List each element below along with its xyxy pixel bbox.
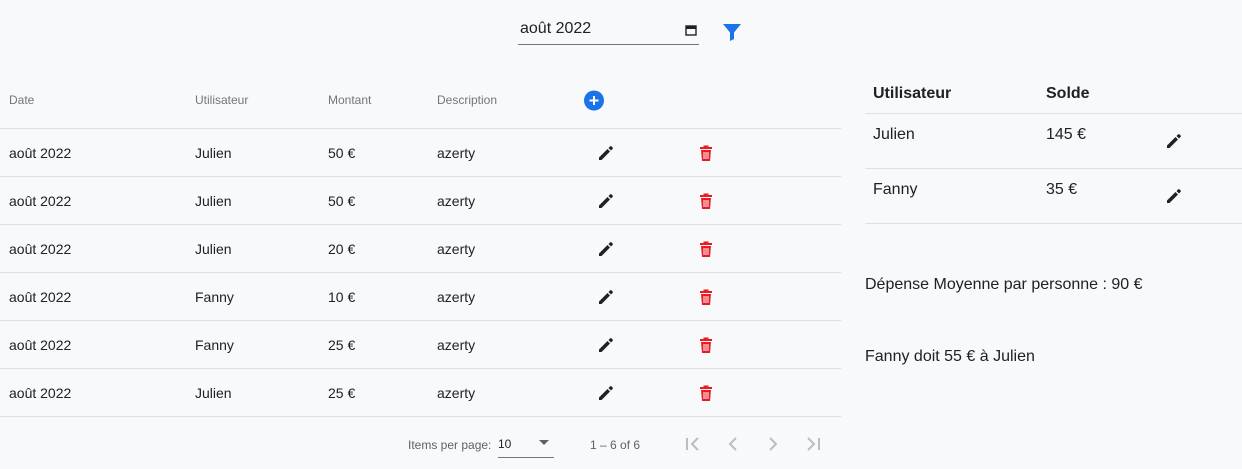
edit-button[interactable] xyxy=(596,321,616,368)
cell-user: Julien xyxy=(195,384,232,401)
cell-description: azerty xyxy=(437,384,476,401)
pencil-icon[interactable] xyxy=(596,143,616,163)
cell-user: Julien xyxy=(195,144,232,161)
cell-amount: 50 € xyxy=(328,192,356,209)
cell-user: Fanny xyxy=(195,336,234,353)
cell-solde: 145 € xyxy=(1046,126,1087,143)
cell-amount: 10 € xyxy=(328,288,356,305)
cell-user: Fanny xyxy=(873,181,918,198)
month-input[interactable]: août 2022 xyxy=(518,14,699,45)
balances-header-row: Utilisateur Solde xyxy=(865,72,1242,114)
add-expense-button[interactable] xyxy=(584,72,604,128)
last-page-icon[interactable] xyxy=(801,432,825,456)
cell-amount: 50 € xyxy=(328,144,356,161)
first-page-icon[interactable] xyxy=(681,432,705,456)
add-circle-icon[interactable] xyxy=(584,90,604,110)
paginator: Items per page: 10 1 – 6 of 6 xyxy=(0,420,841,469)
table-row: août 2022 Julien 50 € azerty xyxy=(0,129,841,177)
header-amount[interactable]: Montant xyxy=(328,72,371,128)
cell-user: Fanny xyxy=(195,288,234,305)
trash-icon[interactable] xyxy=(696,335,716,355)
pencil-icon[interactable] xyxy=(1164,186,1184,206)
previous-page-icon[interactable] xyxy=(721,432,745,456)
delete-button[interactable] xyxy=(696,273,716,320)
cell-date: août 2022 xyxy=(9,240,72,257)
pencil-icon[interactable] xyxy=(1164,131,1184,151)
cell-date: août 2022 xyxy=(9,192,72,209)
cell-amount: 20 € xyxy=(328,240,356,257)
delete-button[interactable] xyxy=(696,129,716,176)
month-input-value: août 2022 xyxy=(520,20,592,37)
filter-bar: août 2022 xyxy=(518,14,748,48)
chevron-down-icon xyxy=(534,432,554,455)
cell-user: Julien xyxy=(195,240,232,257)
cell-date: août 2022 xyxy=(9,336,72,353)
cell-user: Julien xyxy=(873,126,915,143)
settlement-text: Fanny doit 55 € à Julien xyxy=(865,348,1035,365)
calendar-icon[interactable] xyxy=(685,23,697,36)
table-header-row: Date Utilisateur Montant Description xyxy=(0,72,841,129)
edit-button[interactable] xyxy=(596,273,616,320)
items-per-page-label: Items per page: xyxy=(408,438,492,452)
cell-description: azerty xyxy=(437,192,476,209)
balance-row: Julien 145 € xyxy=(865,114,1242,169)
trash-icon[interactable] xyxy=(696,191,716,211)
trash-icon[interactable] xyxy=(696,383,716,403)
pencil-icon[interactable] xyxy=(596,287,616,307)
edit-button[interactable] xyxy=(596,177,616,224)
pencil-icon[interactable] xyxy=(596,191,616,211)
header-description[interactable]: Description xyxy=(437,72,497,128)
header-user[interactable]: Utilisateur xyxy=(195,72,248,128)
header-user: Utilisateur xyxy=(873,85,952,102)
pencil-icon[interactable] xyxy=(596,239,616,259)
average-spend-text: Dépense Moyenne par personne : 90 € xyxy=(865,276,1143,293)
table-row: août 2022 Fanny 25 € azerty xyxy=(0,321,841,369)
edit-button[interactable] xyxy=(596,369,616,416)
balance-row: Fanny 35 € xyxy=(865,169,1242,224)
pencil-icon[interactable] xyxy=(596,335,616,355)
edit-button[interactable] xyxy=(596,129,616,176)
next-page-icon[interactable] xyxy=(761,432,785,456)
expenses-table: Date Utilisateur Montant Description aoû… xyxy=(0,72,841,417)
table-row: août 2022 Fanny 10 € azerty xyxy=(0,273,841,321)
header-solde: Solde xyxy=(1046,85,1090,102)
edit-button[interactable] xyxy=(596,225,616,272)
cell-amount: 25 € xyxy=(328,384,356,401)
cell-description: azerty xyxy=(437,336,476,353)
cell-description: azerty xyxy=(437,240,476,257)
trash-icon[interactable] xyxy=(696,287,716,307)
pencil-icon[interactable] xyxy=(596,383,616,403)
header-date[interactable]: Date xyxy=(9,72,34,128)
page-range: 1 – 6 of 6 xyxy=(590,438,641,452)
delete-button[interactable] xyxy=(696,225,716,272)
cell-description: azerty xyxy=(437,144,476,161)
trash-icon[interactable] xyxy=(696,239,716,259)
cell-description: azerty xyxy=(437,288,476,305)
cell-date: août 2022 xyxy=(9,384,72,401)
page-size-select[interactable]: 10 xyxy=(498,430,554,458)
delete-button[interactable] xyxy=(696,177,716,224)
filter-icon[interactable] xyxy=(720,20,744,44)
table-row: août 2022 Julien 25 € azerty xyxy=(0,369,841,417)
delete-button[interactable] xyxy=(696,321,716,368)
table-row: août 2022 Julien 20 € azerty xyxy=(0,225,841,273)
table-row: août 2022 Julien 50 € azerty xyxy=(0,177,841,225)
trash-icon[interactable] xyxy=(696,143,716,163)
delete-button[interactable] xyxy=(696,369,716,416)
cell-solde: 35 € xyxy=(1046,181,1078,198)
cell-date: août 2022 xyxy=(9,144,72,161)
page-size-value: 10 xyxy=(498,436,512,451)
cell-user: Julien xyxy=(195,192,232,209)
cell-date: août 2022 xyxy=(9,288,72,305)
cell-amount: 25 € xyxy=(328,336,356,353)
balances-table: Utilisateur Solde Julien 145 € Fanny 35 … xyxy=(865,72,1242,224)
